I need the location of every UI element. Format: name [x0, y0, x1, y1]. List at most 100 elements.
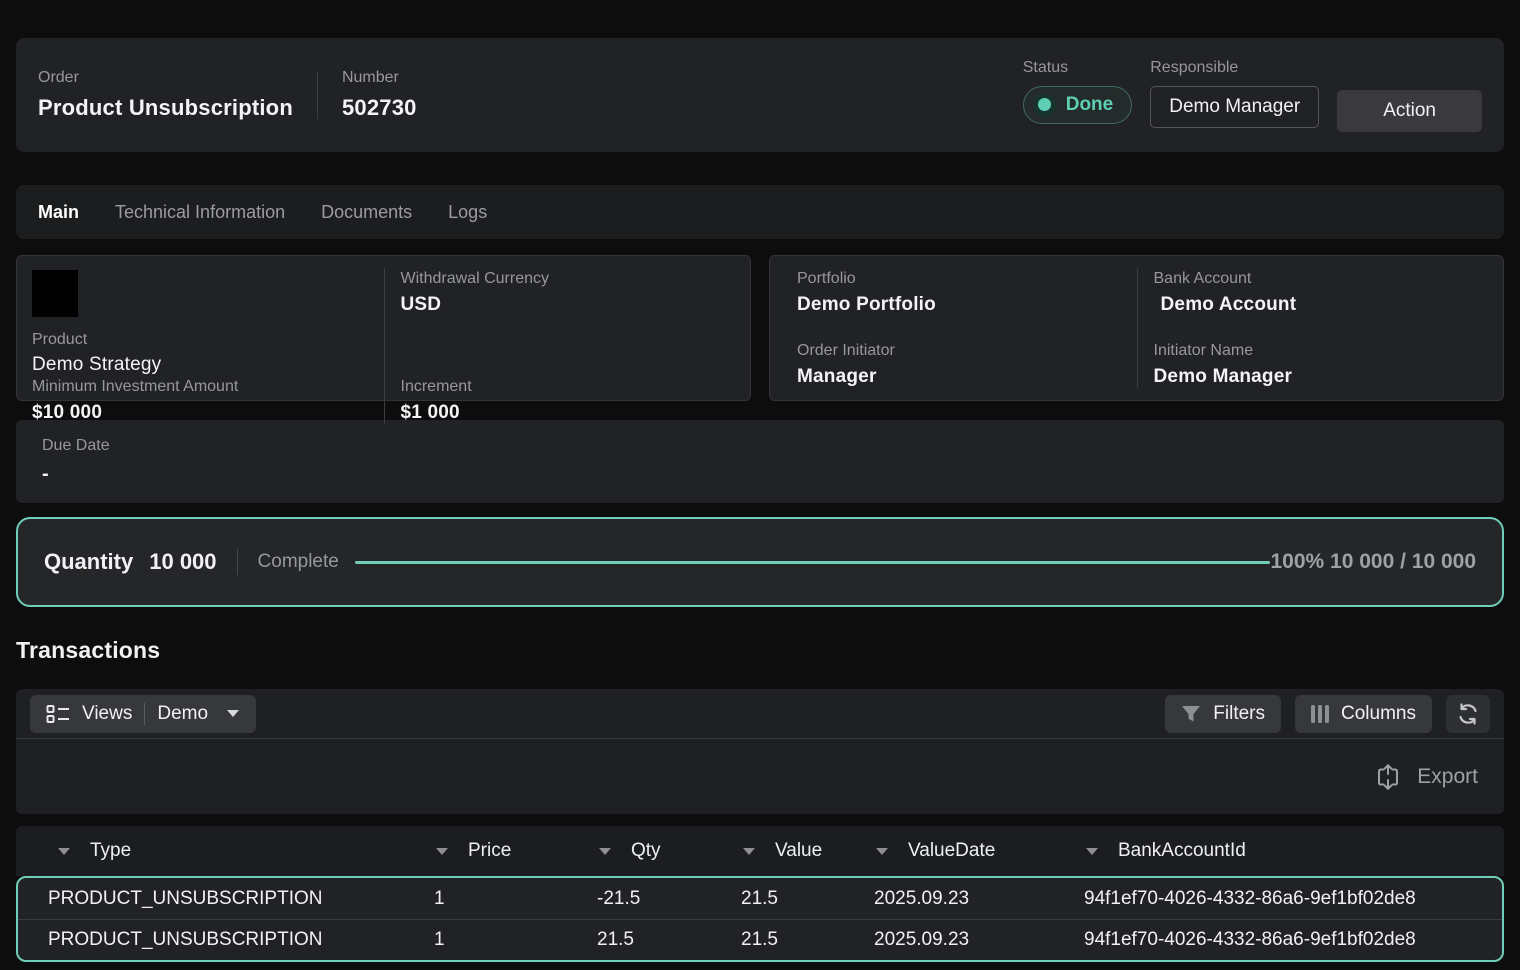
tab-documents[interactable]: Documents	[321, 202, 412, 223]
status-value: Done	[1066, 94, 1114, 116]
responsible-group: Responsible Demo Manager	[1150, 59, 1319, 128]
product-field: Product Demo Strategy	[31, 268, 384, 376]
status-group: Status Done	[1023, 59, 1133, 124]
chevron-down-icon	[226, 709, 240, 718]
quantity-progress-bar	[355, 561, 1271, 564]
quantity-card: Quantity 10 000 Complete 100% 10 000 / 1…	[16, 517, 1504, 607]
order-initiator-label: Order Initiator	[797, 342, 1137, 360]
sort-arrow-icon[interactable]	[876, 848, 888, 855]
increment-value: $1 000	[401, 402, 737, 424]
product-value: Demo Strategy	[32, 354, 161, 376]
tab-logs[interactable]: Logs	[448, 202, 487, 223]
cell-bankaccountid: 94f1ef70-4026-4332-86a6-9ef1bf02de8	[1068, 888, 1502, 910]
views-button[interactable]: Views Demo	[30, 695, 256, 733]
cell-type: PRODUCT_UNSUBSCRIPTION	[18, 888, 418, 910]
min-investment-label: Minimum Investment Amount	[32, 378, 384, 396]
bank-account-label: Bank Account	[1154, 270, 1490, 288]
cell-valuedate: 2025.09.23	[858, 929, 1068, 951]
responsible-button[interactable]: Demo Manager	[1150, 86, 1319, 128]
increment-field: Increment $1 000	[384, 376, 737, 424]
order-field: Order Product Unsubscription	[38, 69, 293, 121]
withdrawal-currency-label: Withdrawal Currency	[401, 270, 737, 288]
due-date-card: Due Date -	[16, 420, 1504, 503]
cell-valuedate: 2025.09.23	[858, 888, 1068, 910]
order-header-card: Order Product Unsubscription Number 5027…	[16, 38, 1504, 152]
column-header-qty[interactable]: Qty	[579, 840, 723, 862]
column-header-bankaccountid[interactable]: BankAccountId	[1066, 840, 1504, 862]
order-initiator-field: Order Initiator Manager	[784, 328, 1137, 388]
status-label: Status	[1023, 59, 1133, 77]
table-row[interactable]: PRODUCT_UNSUBSCRIPTION 1 21.5 21.5 2025.…	[18, 919, 1502, 960]
withdrawal-currency-field: Withdrawal Currency USD	[384, 268, 737, 376]
bank-account-value: Demo Account	[1154, 294, 1490, 316]
order-value: Product Unsubscription	[38, 95, 293, 121]
export-button[interactable]: Export	[1375, 763, 1478, 791]
sort-arrow-icon[interactable]	[1086, 848, 1098, 855]
tab-bar: Main Technical Information Documents Log…	[16, 185, 1504, 239]
views-divider	[144, 703, 145, 725]
product-thumbnail	[32, 270, 78, 317]
table-row[interactable]: PRODUCT_UNSUBSCRIPTION 1 -21.5 21.5 2025…	[18, 878, 1502, 919]
refresh-button[interactable]	[1446, 695, 1490, 733]
min-investment-value: $10 000	[32, 402, 384, 424]
cell-price: 1	[418, 929, 581, 951]
cell-bankaccountid: 94f1ef70-4026-4332-86a6-9ef1bf02de8	[1068, 929, 1502, 951]
transactions-table-header: Type Price Qty Value ValueDate BankAccou…	[16, 826, 1504, 876]
status-badge: Done	[1023, 86, 1133, 124]
tab-technical-information[interactable]: Technical Information	[115, 202, 285, 223]
initiator-name-field: Initiator Name Demo Manager	[1137, 328, 1490, 388]
sort-arrow-icon[interactable]	[58, 848, 70, 855]
action-button[interactable]: Action	[1337, 90, 1482, 132]
sort-arrow-icon[interactable]	[599, 848, 611, 855]
transactions-toolbar: Views Demo Filters Columns	[16, 689, 1504, 739]
sort-arrow-icon[interactable]	[436, 848, 448, 855]
filters-label: Filters	[1213, 703, 1265, 725]
export-icon	[1375, 763, 1401, 791]
cell-value: 21.5	[725, 929, 858, 951]
column-header-type[interactable]: Type	[16, 840, 416, 862]
filter-icon	[1181, 705, 1201, 723]
cell-qty: -21.5	[581, 888, 725, 910]
export-label: Export	[1417, 765, 1478, 789]
portfolio-field: Portfolio Demo Portfolio	[784, 268, 1137, 328]
cell-qty: 21.5	[581, 929, 725, 951]
initiator-name-label: Initiator Name	[1154, 342, 1490, 360]
tab-main[interactable]: Main	[38, 202, 79, 223]
transactions-export-row: Export	[16, 739, 1504, 814]
increment-label: Increment	[401, 378, 737, 396]
min-investment-field: Minimum Investment Amount $10 000	[31, 376, 384, 424]
quantity-divider	[237, 549, 238, 575]
views-icon	[46, 704, 70, 724]
order-label: Order	[38, 69, 293, 87]
header-divider	[317, 71, 318, 119]
responsible-label: Responsible	[1150, 59, 1319, 77]
cell-type: PRODUCT_UNSUBSCRIPTION	[18, 929, 418, 951]
due-date-label: Due Date	[42, 437, 1478, 455]
initiator-name-value: Demo Manager	[1154, 366, 1490, 388]
views-selected-value: Demo	[157, 703, 208, 725]
bank-account-field: Bank Account Demo Account	[1137, 268, 1490, 328]
number-value: 502730	[342, 95, 417, 121]
cell-value: 21.5	[725, 888, 858, 910]
column-header-value[interactable]: Value	[723, 840, 856, 862]
sort-arrow-icon[interactable]	[743, 848, 755, 855]
quantity-value: 10 000	[149, 549, 216, 575]
product-info-card: Product Demo Strategy Withdrawal Currenc…	[16, 255, 751, 401]
product-label: Product	[32, 331, 161, 349]
views-label: Views	[82, 703, 132, 725]
filters-button[interactable]: Filters	[1165, 695, 1281, 733]
order-initiator-value: Manager	[797, 366, 1137, 388]
portfolio-value: Demo Portfolio	[797, 294, 1137, 316]
due-date-value: -	[42, 463, 1478, 486]
portfolio-label: Portfolio	[797, 270, 1137, 288]
withdrawal-currency-value: USD	[401, 294, 737, 316]
columns-label: Columns	[1341, 703, 1416, 725]
columns-button[interactable]: Columns	[1295, 695, 1432, 733]
column-header-price[interactable]: Price	[416, 840, 579, 862]
cell-price: 1	[418, 888, 581, 910]
columns-icon	[1311, 705, 1329, 723]
number-field: Number 502730	[342, 69, 417, 121]
column-header-valuedate[interactable]: ValueDate	[856, 840, 1066, 862]
quantity-progress-text: 100% 10 000 / 10 000	[1270, 550, 1476, 574]
quantity-status: Complete	[258, 551, 339, 573]
